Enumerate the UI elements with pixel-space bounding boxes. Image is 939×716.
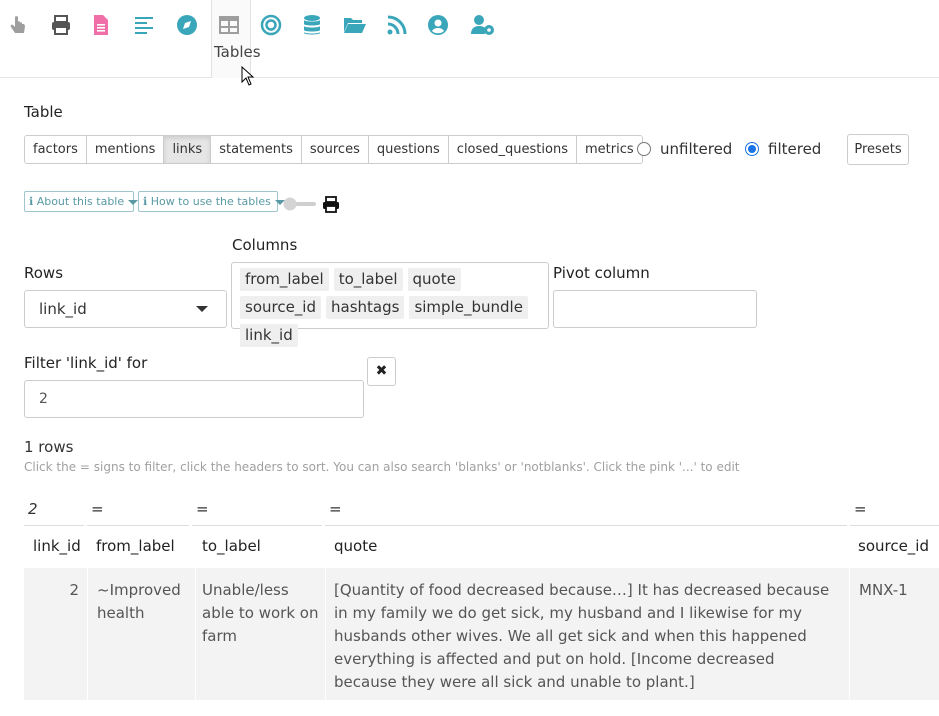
columns-label: Columns [232, 236, 298, 254]
rows-label: Rows [24, 264, 64, 282]
toggle-switch[interactable] [282, 197, 316, 211]
caret-down-icon [196, 306, 208, 312]
columns-multiselect[interactable]: from_label to_label quote source_id hash… [231, 262, 549, 347]
mouse-cursor-icon [241, 66, 255, 86]
tab-closed-questions[interactable]: closed_questions [448, 136, 577, 163]
column-filter-quote[interactable]: = [325, 500, 847, 526]
cell-source-id: MNX-1 [859, 581, 908, 599]
folder-open-icon[interactable] [342, 12, 368, 38]
column-chip[interactable]: source_id [240, 296, 322, 319]
cell-from-label: ~Improved health [97, 581, 181, 622]
row-count: 1 rows [24, 438, 74, 456]
radio-filtered-label: filtered [768, 140, 822, 158]
tables-tooltip: Tables [214, 43, 261, 61]
pivot-label: Pivot column [553, 264, 650, 282]
column-divider [325, 568, 326, 700]
radio-unfiltered-circle[interactable] [637, 142, 651, 156]
tab-questions[interactable]: questions [368, 136, 449, 163]
touch-icon[interactable] [5, 12, 31, 38]
how-to-dropdown[interactable]: ℹ How to use the tables [138, 191, 285, 212]
user-cog-icon[interactable] [470, 12, 496, 38]
database-icon[interactable] [299, 12, 325, 38]
user-circle-icon[interactable] [425, 12, 451, 38]
header-to-label[interactable]: to_label [202, 537, 261, 555]
tab-statements[interactable]: statements [211, 136, 302, 163]
print-icon[interactable] [48, 12, 74, 38]
column-chip[interactable]: link_id [240, 324, 298, 347]
target-icon[interactable] [258, 12, 284, 38]
column-chip[interactable]: to_label [333, 268, 403, 291]
clear-filter-button[interactable]: ✖ [367, 357, 396, 386]
column-divider [87, 568, 88, 700]
radio-filtered-circle[interactable] [745, 142, 759, 156]
header-source-id[interactable]: source_id [858, 537, 929, 555]
how-to-label: How to use the tables [150, 195, 271, 208]
cell-to-label: Unable/less able to work on farm [202, 581, 319, 645]
print-table-icon[interactable] [322, 196, 340, 214]
cell-quote: [Quantity of food decreased because…] It… [334, 581, 830, 691]
column-divider [195, 568, 196, 700]
radio-unfiltered-label: unfiltered [660, 140, 733, 158]
table-icon[interactable] [216, 12, 242, 38]
top-toolbar: Tables [0, 0, 939, 78]
tab-sources[interactable]: sources [301, 136, 369, 163]
table-hint: Click the = signs to filter, click the h… [24, 460, 740, 474]
column-chip[interactable]: hashtags [326, 296, 405, 319]
about-table-label: About this table [36, 195, 125, 208]
column-filter-link-id[interactable]: 2 [24, 500, 84, 526]
about-table-dropdown[interactable]: ℹ About this table [24, 191, 139, 212]
compass-icon[interactable] [174, 12, 200, 38]
column-chip[interactable]: from_label [240, 268, 329, 291]
caret-down-icon [128, 199, 139, 205]
column-chip[interactable]: simple_bundle [409, 296, 528, 319]
tab-links[interactable]: links [164, 136, 212, 163]
pivot-column-input[interactable] [553, 290, 757, 328]
column-filter-source-id[interactable]: = [850, 500, 939, 526]
presets-button[interactable]: Presets [847, 134, 909, 165]
table-label: Table [24, 103, 63, 121]
tab-mentions[interactable]: mentions [86, 136, 165, 163]
align-left-icon[interactable] [131, 12, 157, 38]
document-icon[interactable] [88, 12, 114, 38]
column-chip[interactable]: quote [407, 268, 461, 291]
header-quote[interactable]: quote [334, 537, 377, 555]
rows-select[interactable]: link_id [24, 290, 227, 328]
info-icon: ℹ [143, 195, 148, 208]
filter-label: Filter 'link_id' for [24, 354, 148, 372]
radio-filtered[interactable]: filtered [745, 140, 821, 158]
column-filter-from-label[interactable]: = [87, 500, 189, 526]
tab-metrics[interactable]: metrics [576, 136, 642, 163]
rss-icon[interactable] [384, 12, 410, 38]
header-from-label[interactable]: from_label [96, 537, 175, 555]
column-filter-to-label[interactable]: = [192, 500, 322, 526]
info-icon: ℹ [29, 195, 34, 208]
table-tabs: factors mentions links statements source… [24, 135, 643, 164]
tab-factors[interactable]: factors [25, 136, 87, 163]
cell-link-id: 2 [69, 581, 79, 599]
column-divider [849, 568, 850, 700]
header-link-id[interactable]: link_id [33, 537, 81, 555]
radio-unfiltered[interactable]: unfiltered [637, 140, 732, 158]
filter-input[interactable]: 2 [24, 380, 364, 418]
rows-select-value: link_id [39, 300, 87, 318]
